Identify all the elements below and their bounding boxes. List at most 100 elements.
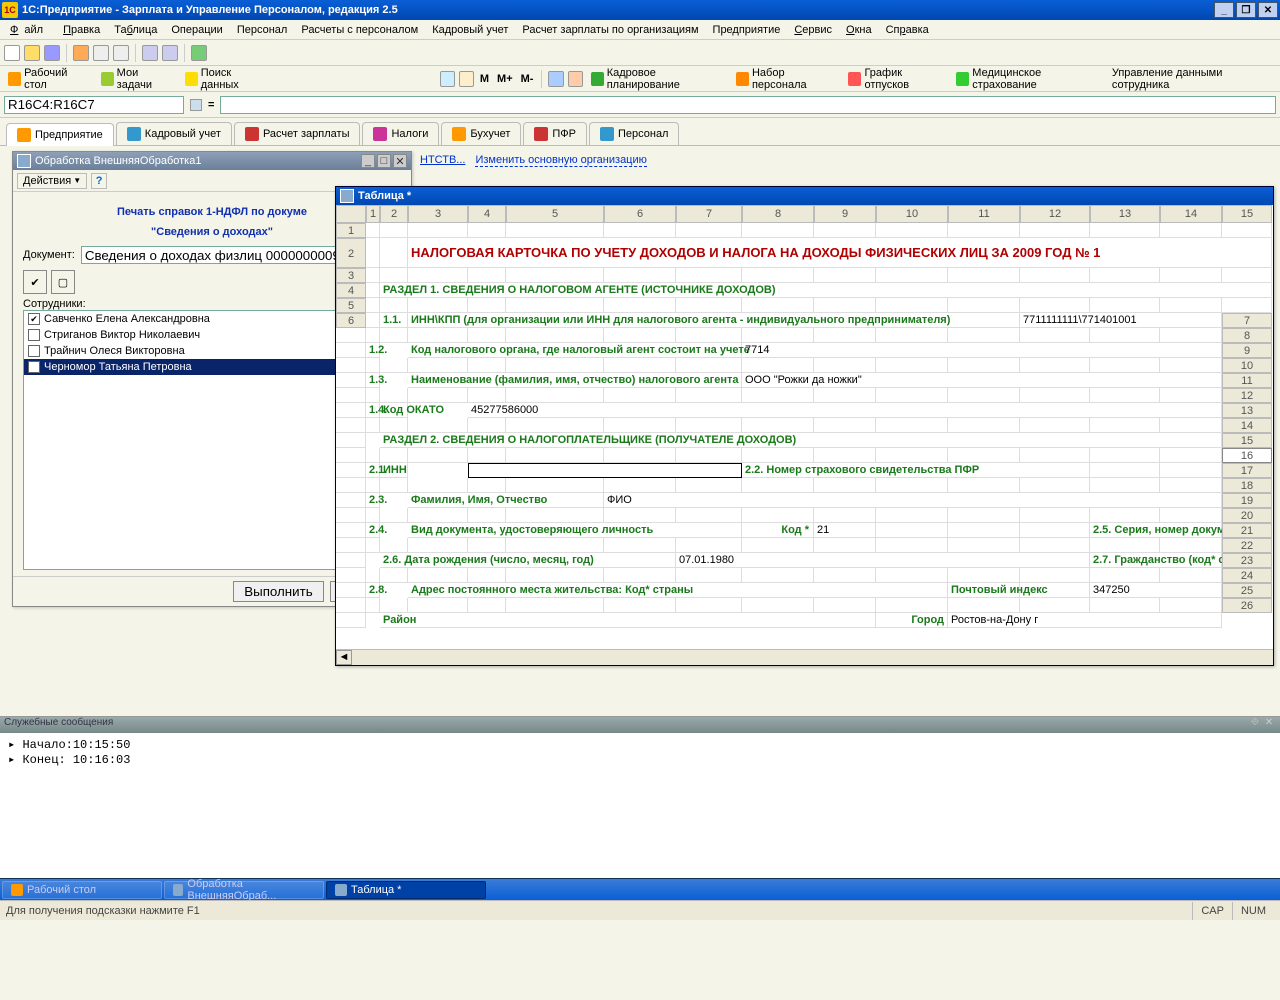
spreadsheet-grid[interactable]: 123456789101112131415 1 2НАЛОГОВАЯ КАРТО… xyxy=(336,205,1273,628)
run-button[interactable]: Выполнить xyxy=(233,581,323,602)
checkbox-icon[interactable] xyxy=(28,329,40,341)
taskbtn-table[interactable]: Таблица * xyxy=(326,881,486,899)
tab-personnel[interactable]: Персонал xyxy=(589,122,680,145)
mplus-label[interactable]: M+ xyxy=(495,73,515,85)
tab-enterprise[interactable]: Предприятие xyxy=(6,123,114,146)
table-window: Таблица * 123456789101112131415 1 2НАЛОГ… xyxy=(335,186,1274,666)
save-icon[interactable] xyxy=(44,45,60,61)
hr-planning-button[interactable]: Кадровое планирование xyxy=(587,65,728,93)
minimize-button[interactable]: _ xyxy=(1214,2,1234,18)
tab-hr[interactable]: Кадровый учет xyxy=(116,122,232,145)
content-area: НТСТВ... Изменить основную организацию О… xyxy=(0,146,1280,716)
open-icon[interactable] xyxy=(24,45,40,61)
menu-enterprise[interactable]: Предприятие xyxy=(707,22,787,38)
window-taskbar: Рабочий стол Обработка ВнешняяОбраб... Т… xyxy=(0,878,1280,900)
checkbox-icon[interactable]: ✔ xyxy=(28,313,40,325)
undo-icon[interactable] xyxy=(142,45,158,61)
messages-pin-icon[interactable]: ⟐ xyxy=(1248,717,1262,733)
menu-windows[interactable]: Окна xyxy=(840,22,878,38)
tab-payroll[interactable]: Расчет зарплаты xyxy=(234,122,361,145)
report2-icon[interactable] xyxy=(568,71,583,87)
recruit-button[interactable]: Набор персонала xyxy=(732,65,841,93)
formula-input[interactable] xyxy=(220,96,1276,114)
mytasks-button[interactable]: Мои задачи xyxy=(97,65,177,93)
actions-dropdown[interactable]: Действия▼ xyxy=(17,173,87,189)
calc-tool-icon[interactable] xyxy=(440,71,455,87)
messages-title: Служебные сообщения xyxy=(4,717,113,733)
tab-icon xyxy=(600,127,614,141)
report1-icon[interactable] xyxy=(548,71,563,87)
procwin-close-icon[interactable]: ✕ xyxy=(393,154,407,168)
org-link[interactable]: НТСТВ... xyxy=(420,154,465,167)
desktop-button[interactable]: Рабочий стол xyxy=(4,65,93,93)
search-icon xyxy=(185,72,198,86)
tablewin-titlebar[interactable]: Таблица * xyxy=(336,187,1273,205)
vacation-button[interactable]: График отпусков xyxy=(844,65,948,93)
tablewin-title: Таблица * xyxy=(358,190,411,202)
menu-calc[interactable]: Расчеты с персоналом xyxy=(295,22,424,38)
taskbtn-desktop[interactable]: Рабочий стол xyxy=(2,881,162,899)
window-title: 1С:Предприятие - Зарплата и Управление П… xyxy=(22,4,398,16)
paste-icon[interactable] xyxy=(113,45,129,61)
m-label[interactable]: M xyxy=(478,73,491,85)
menu-payroll[interactable]: Расчет зарплаты по организациям xyxy=(516,22,704,38)
calc-icon[interactable] xyxy=(191,45,207,61)
checkbox-icon[interactable] xyxy=(28,345,40,357)
menu-operations[interactable]: Операции xyxy=(165,22,228,38)
change-org-link[interactable]: Изменить основную организацию xyxy=(475,154,646,167)
status-hint: Для получения подсказки нажмите F1 xyxy=(6,905,200,917)
copy-icon[interactable] xyxy=(93,45,109,61)
calendar-icon[interactable] xyxy=(459,71,474,87)
vacation-icon xyxy=(848,72,861,86)
menu-table[interactable]: Таблица xyxy=(108,22,163,38)
menu-service[interactable]: Сервис xyxy=(788,22,838,38)
messages-body[interactable]: ▸ Начало:10:15:50 ▸ Конец: 10:16:03 xyxy=(0,733,1280,878)
desk-icon xyxy=(8,72,21,86)
procwin-titlebar[interactable]: Обработка ВнешняяОбработка1 _ □ ✕ xyxy=(13,152,411,170)
menu-help[interactable]: Справка xyxy=(880,22,935,38)
new-icon[interactable] xyxy=(4,45,20,61)
reference-bar: = xyxy=(0,92,1280,118)
num-indicator: NUM xyxy=(1232,902,1274,920)
titlebar: 1C 1С:Предприятие - Зарплата и Управлени… xyxy=(0,0,1280,20)
search-button[interactable]: Поиск данных xyxy=(181,65,272,93)
menu-personnel[interactable]: Персонал xyxy=(231,22,294,38)
procwin-icon xyxy=(17,154,31,168)
tab-icon xyxy=(245,127,259,141)
selected-cell[interactable] xyxy=(468,463,742,478)
help-icon[interactable]: ? xyxy=(91,173,107,189)
redo-icon[interactable] xyxy=(162,45,178,61)
uncheck-all-icon[interactable]: ▢ xyxy=(51,270,75,294)
desk-icon xyxy=(11,884,23,896)
tablewin-icon xyxy=(340,189,354,203)
mminus-label[interactable]: M- xyxy=(519,73,536,85)
scroll-left-icon[interactable]: ◄ xyxy=(336,650,352,665)
check-all-icon[interactable]: ✔ xyxy=(23,270,47,294)
cut-icon[interactable] xyxy=(73,45,89,61)
procwin-max-icon[interactable]: □ xyxy=(377,154,391,168)
ref-dropdown-icon[interactable] xyxy=(190,99,202,111)
taskbtn-proc[interactable]: Обработка ВнешняяОбраб... xyxy=(164,881,324,899)
menu-hr[interactable]: Кадровый учет xyxy=(426,22,514,38)
restore-button[interactable]: ❐ xyxy=(1236,2,1256,18)
tab-taxes[interactable]: Налоги xyxy=(362,122,439,145)
menu-edit[interactable]: Правка xyxy=(57,22,106,38)
procwin-min-icon[interactable]: _ xyxy=(361,154,375,168)
statusbar: Для получения подсказки нажмите F1 CAP N… xyxy=(0,900,1280,920)
messages-close-icon[interactable]: ✕ xyxy=(1262,717,1276,733)
horizontal-scrollbar[interactable]: ◄ xyxy=(336,649,1273,665)
tab-pfr[interactable]: ПФР xyxy=(523,122,587,145)
tab-accounting[interactable]: Бухучет xyxy=(441,122,521,145)
close-button[interactable]: ✕ xyxy=(1258,2,1278,18)
menu-file[interactable]: Файл xyxy=(4,22,55,38)
med-icon xyxy=(956,72,969,86)
procwin-title: Обработка ВнешняяОбработка1 xyxy=(35,155,201,167)
cell-reference-input[interactable] xyxy=(4,96,184,114)
checkbox-icon[interactable] xyxy=(28,361,40,373)
section2-label: РАЗДЕЛ 2. СВЕДЕНИЯ О НАЛОГОПЛАТЕЛЬЩИКЕ (… xyxy=(380,433,1222,448)
proc-icon xyxy=(173,884,183,896)
caps-indicator: CAP xyxy=(1192,902,1232,920)
empdata-button[interactable]: Управление данными сотрудника xyxy=(1108,65,1276,93)
tab-icon xyxy=(127,127,141,141)
medical-button[interactable]: Медицинское страхование xyxy=(952,65,1104,93)
